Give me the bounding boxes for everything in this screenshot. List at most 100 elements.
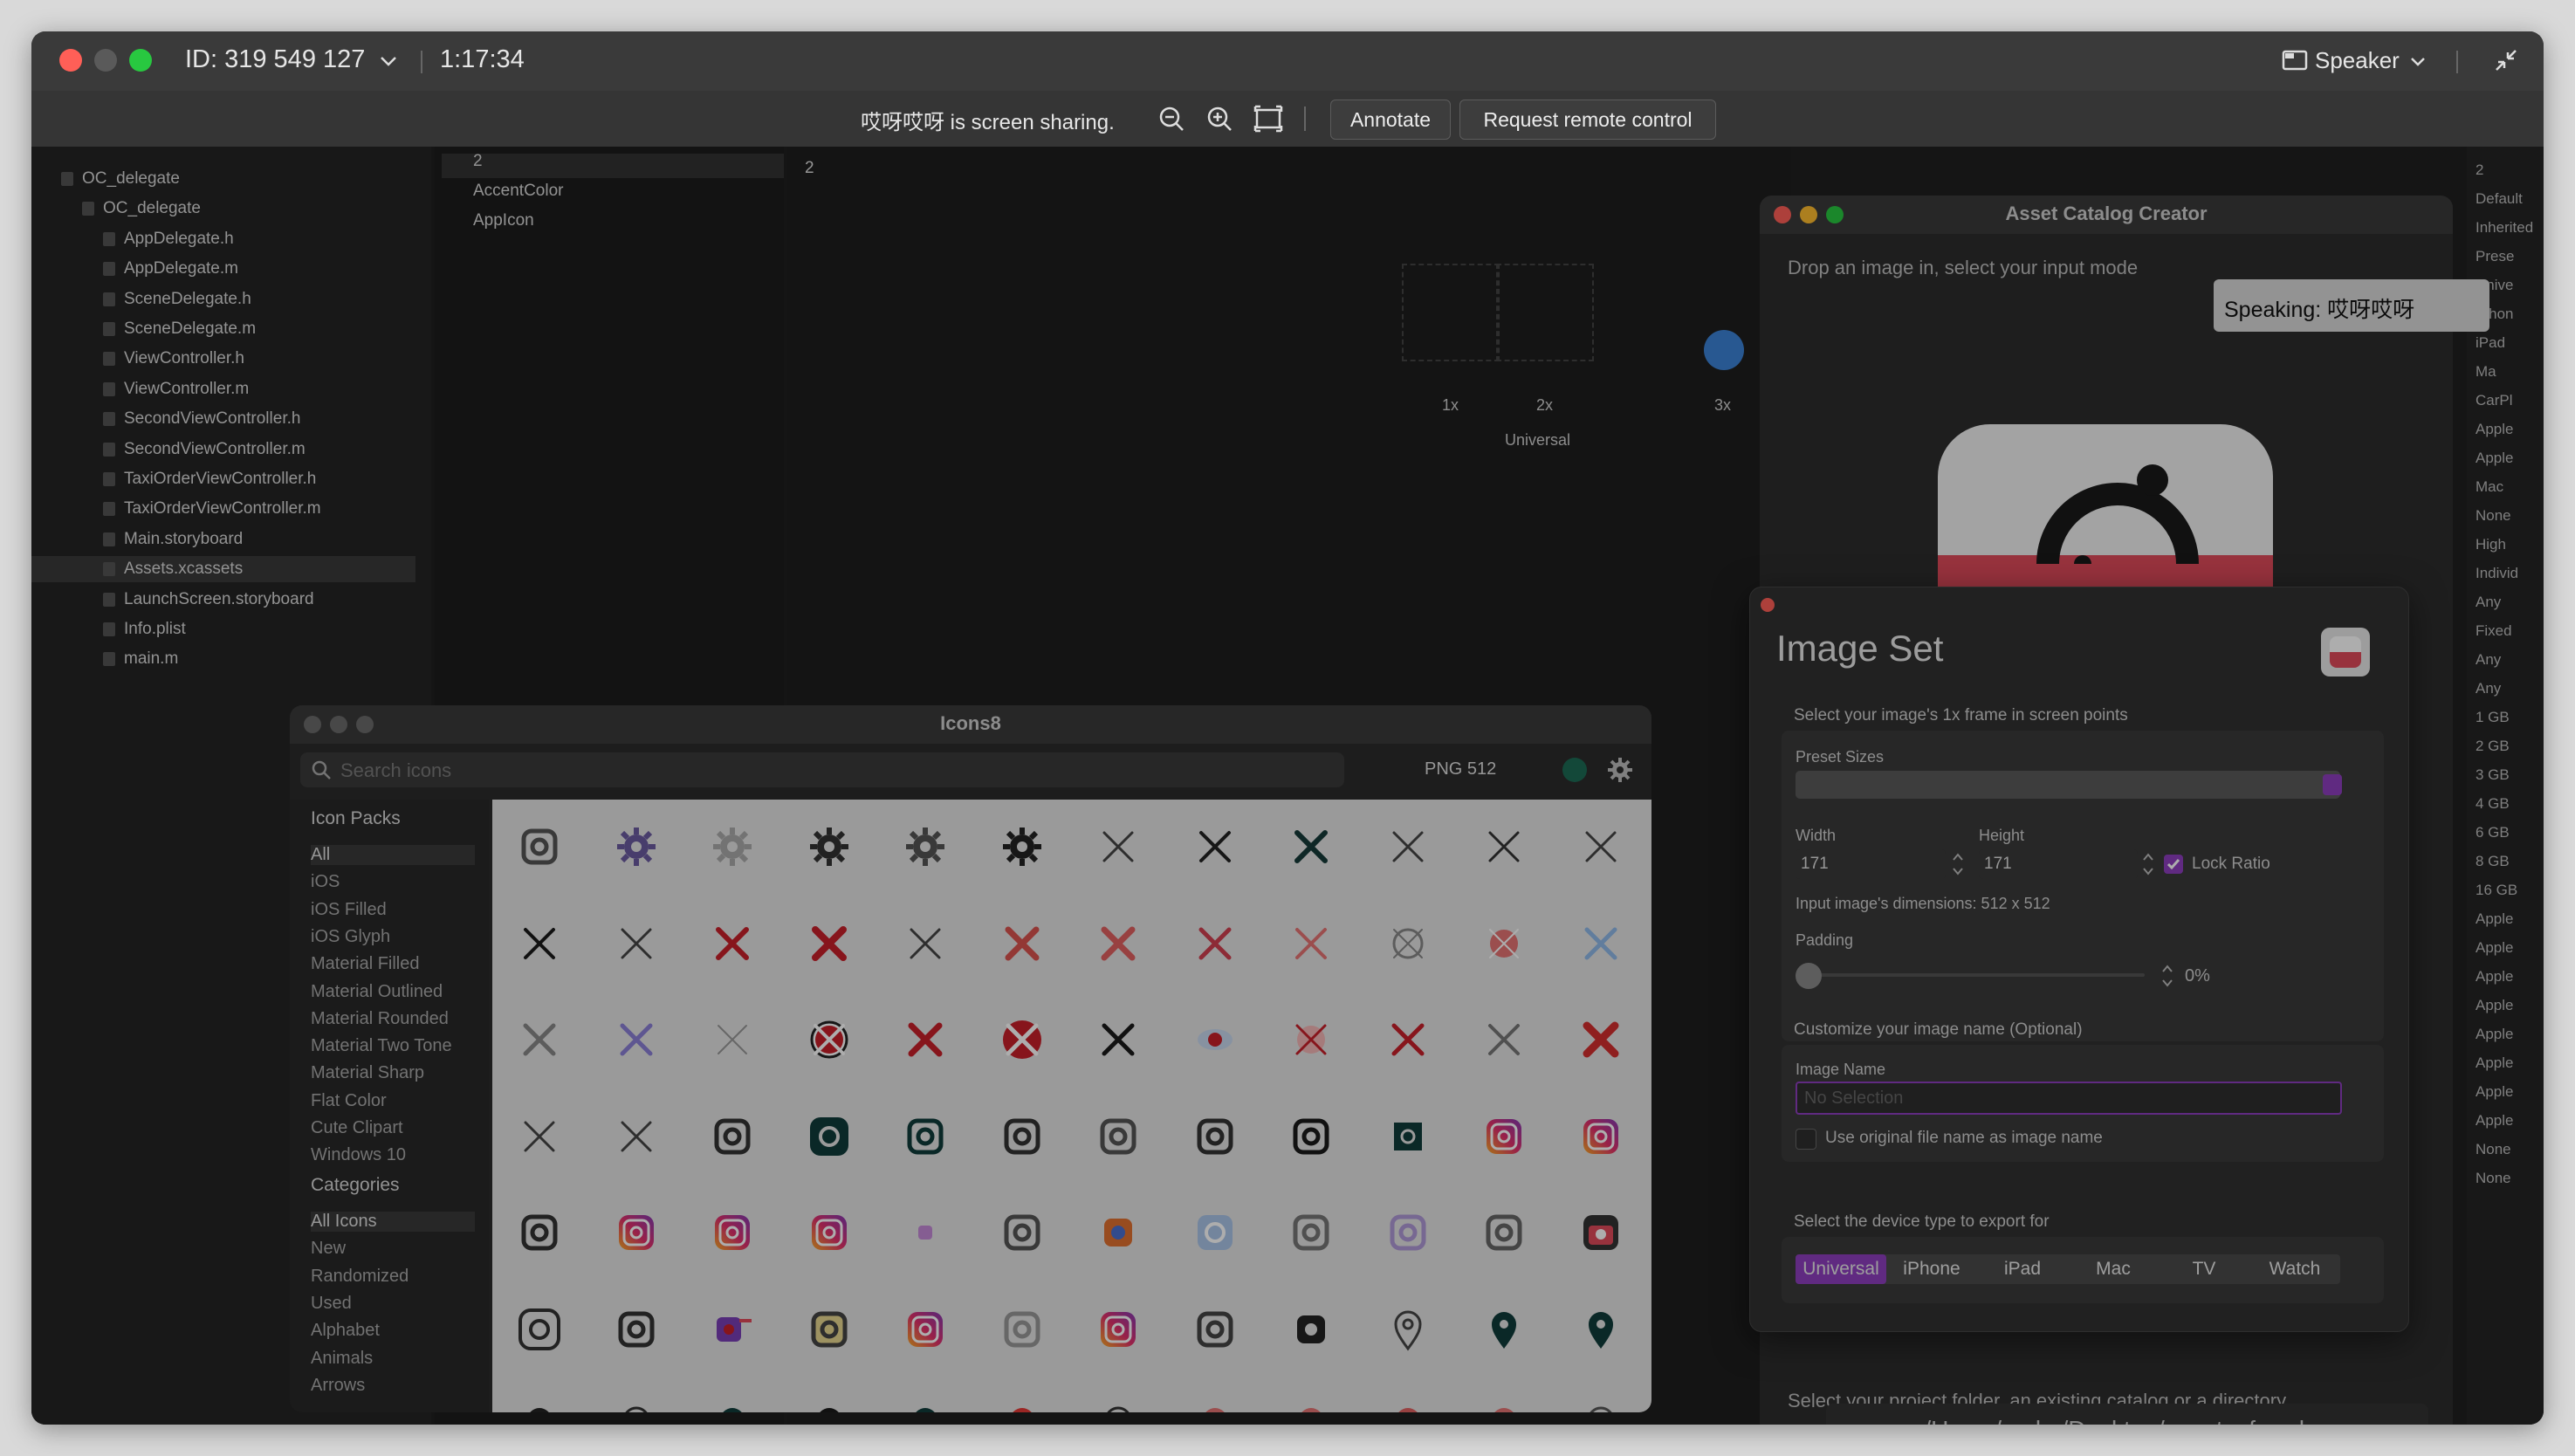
- icon-result[interactable]: [1073, 1187, 1164, 1278]
- zoom-window-button[interactable]: [129, 49, 152, 72]
- icon-result[interactable]: [977, 801, 1068, 892]
- icon-result[interactable]: [1073, 898, 1164, 989]
- icon-result[interactable]: [1073, 1091, 1164, 1182]
- icon-result[interactable]: [1266, 994, 1356, 1085]
- icon-result[interactable]: [880, 1284, 971, 1375]
- category-item[interactable]: Animals: [311, 1349, 373, 1369]
- icon-result[interactable]: [1266, 1091, 1356, 1182]
- icon-result[interactable]: [880, 801, 971, 892]
- project-path-field[interactable]: /Users/mabc/Desktop/assets_for_dev: [1826, 1404, 2428, 1425]
- inspector-item[interactable]: High: [2475, 532, 2506, 558]
- icon-result[interactable]: [1555, 1284, 1646, 1375]
- icon-result[interactable]: [1170, 1284, 1260, 1375]
- inspector-item[interactable]: Any: [2475, 589, 2501, 615]
- icon-result[interactable]: [687, 898, 778, 989]
- inspector-item[interactable]: None: [2475, 1137, 2511, 1163]
- search-input[interactable]: Search icons: [300, 752, 1344, 787]
- inspector-item[interactable]: Apple: [2475, 1021, 2513, 1047]
- icon-result[interactable]: [1459, 1187, 1549, 1278]
- inspector-item[interactable]: Apple: [2475, 1108, 2513, 1134]
- inspector-item[interactable]: Inherited: [2475, 215, 2533, 241]
- icon-result[interactable]: [1363, 1187, 1453, 1278]
- icon-pack-item[interactable]: All: [311, 845, 475, 865]
- annotate-button[interactable]: Annotate: [1330, 100, 1451, 140]
- icon-result[interactable]: [1555, 898, 1646, 989]
- icon-result[interactable]: [494, 1284, 585, 1375]
- asset-item[interactable]: AppIcon: [473, 206, 534, 236]
- inspector-item[interactable]: Ma: [2475, 359, 2496, 385]
- category-item[interactable]: Arrows: [311, 1376, 365, 1396]
- icon-result[interactable]: [687, 1091, 778, 1182]
- icon-result[interactable]: [1073, 1284, 1164, 1375]
- inspector-item[interactable]: 8 GB: [2475, 848, 2510, 875]
- zoom-in-icon[interactable]: [1205, 105, 1233, 133]
- icon-pack-item[interactable]: iOS Glyph: [311, 927, 390, 947]
- icon-result[interactable]: [977, 1284, 1068, 1375]
- inspector-item[interactable]: 6 GB: [2475, 820, 2510, 846]
- category-item[interactable]: New: [311, 1239, 346, 1259]
- close-window-button[interactable]: [59, 49, 82, 72]
- icon-result[interactable]: [1170, 1091, 1260, 1182]
- inspector-item[interactable]: Apple: [2475, 416, 2513, 443]
- navigator-item[interactable]: SecondViewController.h: [103, 404, 300, 434]
- inspector-item[interactable]: Prese: [2475, 244, 2514, 270]
- icon-result[interactable]: [591, 898, 682, 989]
- icon-result[interactable]: [1170, 801, 1260, 892]
- icon-pack-item[interactable]: Material Rounded: [311, 1009, 449, 1029]
- icon-result[interactable]: [687, 1187, 778, 1278]
- icon-pack-item[interactable]: Cute Clipart: [311, 1118, 403, 1138]
- icon-result[interactable]: [1170, 1380, 1260, 1412]
- icon-result[interactable]: [1073, 801, 1164, 892]
- inspector-item[interactable]: Any: [2475, 676, 2501, 702]
- icon-result[interactable]: [1555, 801, 1646, 892]
- icon-result[interactable]: [784, 1380, 875, 1412]
- icon-result[interactable]: [784, 1187, 875, 1278]
- navigator-item[interactable]: TaxiOrderViewController.h: [103, 464, 316, 494]
- inspector-item[interactable]: Individ: [2475, 560, 2518, 587]
- icon-pack-item[interactable]: Material Sharp: [311, 1063, 424, 1083]
- icon-result[interactable]: [494, 1091, 585, 1182]
- inspector-item[interactable]: Apple: [2475, 964, 2513, 990]
- icon-result[interactable]: [1266, 1380, 1356, 1412]
- navigator-item[interactable]: SceneDelegate.h: [103, 285, 251, 314]
- icon-pack-item[interactable]: Material Two Tone: [311, 1036, 452, 1056]
- icon-result[interactable]: [1459, 1091, 1549, 1182]
- height-field[interactable]: 171: [1979, 849, 2138, 879]
- inspector-item[interactable]: Apple: [2475, 906, 2513, 932]
- icon-result[interactable]: [1459, 994, 1549, 1085]
- inspector-item[interactable]: Apple: [2475, 992, 2513, 1019]
- minimize-window-button[interactable]: [94, 49, 117, 72]
- navigator-item[interactable]: OC_delegate: [82, 194, 201, 223]
- navigator-item[interactable]: ViewController.m: [103, 374, 249, 404]
- inspector-item[interactable]: Mac: [2475, 474, 2503, 500]
- navigator-item[interactable]: OC_delegate: [61, 164, 180, 194]
- icon-result[interactable]: [784, 994, 875, 1085]
- inspector-item[interactable]: 3 GB: [2475, 762, 2510, 788]
- inspector-item[interactable]: iPad: [2475, 330, 2505, 356]
- inspector-item[interactable]: Default: [2475, 186, 2523, 212]
- preset-select[interactable]: [1796, 771, 2340, 799]
- icon-result[interactable]: [591, 1284, 682, 1375]
- format-select[interactable]: PNG 512: [1425, 759, 1496, 780]
- slot-2x[interactable]: [1496, 264, 1594, 361]
- image-name-input[interactable]: No Selection: [1796, 1082, 2342, 1115]
- navigator-item[interactable]: main.m: [103, 644, 178, 674]
- icon-pack-item[interactable]: iOS: [311, 872, 340, 892]
- device-iphone[interactable]: iPhone: [1886, 1254, 1977, 1284]
- icon-result[interactable]: [880, 1091, 971, 1182]
- icon-result[interactable]: [1363, 1284, 1453, 1375]
- icon-result[interactable]: [1555, 1091, 1646, 1182]
- icon-result[interactable]: [1073, 994, 1164, 1085]
- inspector-item[interactable]: Apple: [2475, 1079, 2513, 1105]
- icon-result[interactable]: [687, 994, 778, 1085]
- navigator-item[interactable]: Main.storyboard: [103, 525, 243, 554]
- icon-pack-item[interactable]: Material Filled: [311, 954, 419, 974]
- icon-result[interactable]: [687, 801, 778, 892]
- request-remote-control-button[interactable]: Request remote control: [1459, 100, 1716, 140]
- gear-icon[interactable]: [1606, 756, 1634, 784]
- padding-slider-knob[interactable]: [1796, 963, 1822, 989]
- icon-result[interactable]: [1459, 898, 1549, 989]
- category-item[interactable]: Used: [311, 1294, 352, 1314]
- icon-result[interactable]: [1555, 994, 1646, 1085]
- original-name-checkbox[interactable]: [1796, 1129, 1816, 1150]
